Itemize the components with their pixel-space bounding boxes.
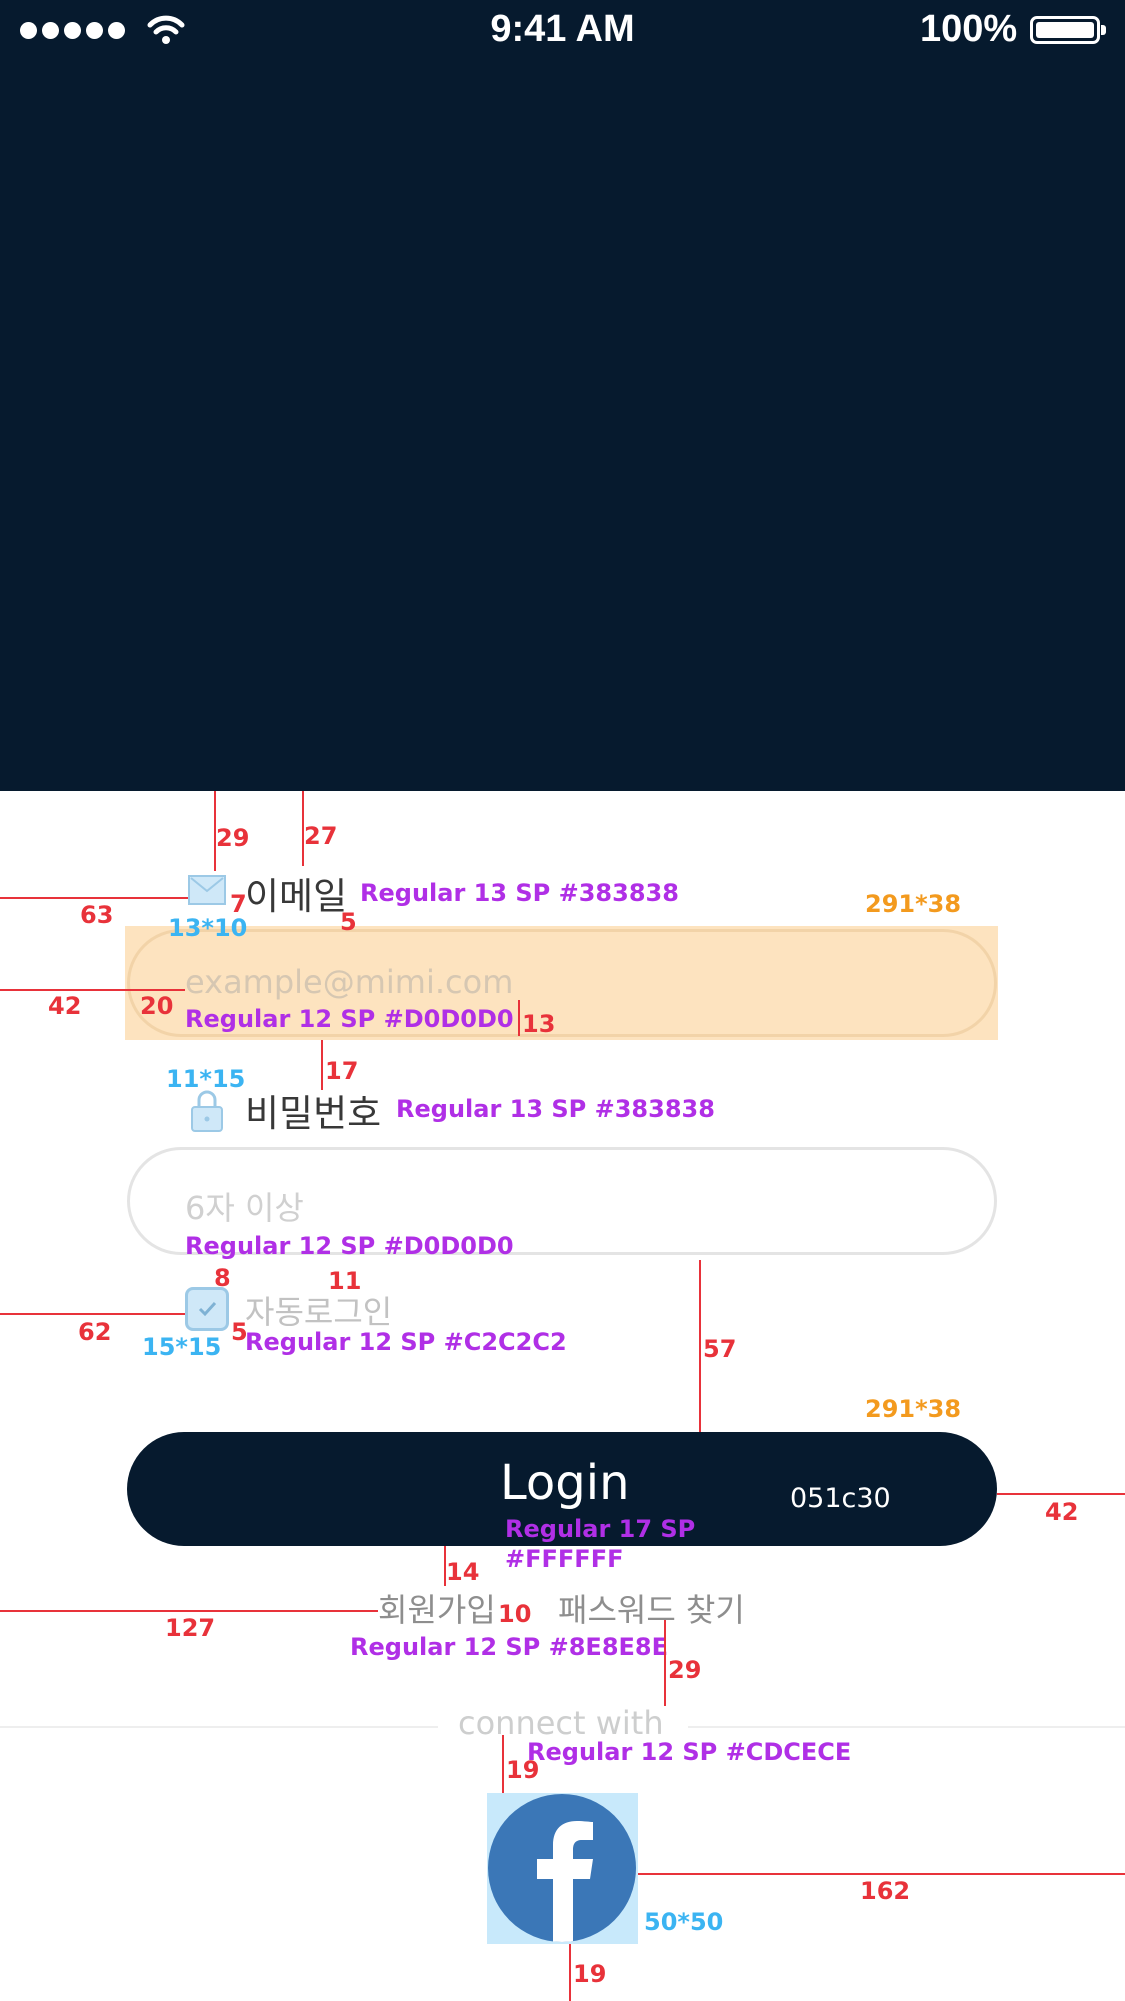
measure-line bbox=[518, 1000, 520, 1036]
measure-20: 20 bbox=[140, 992, 174, 1020]
measure-17: 17 bbox=[325, 1057, 359, 1085]
measure-11: 11 bbox=[328, 1267, 362, 1295]
auto-login-label[interactable]: 자동로그인 bbox=[245, 1287, 392, 1333]
measure-29: 29 bbox=[216, 824, 250, 852]
password-label: 비밀번호 bbox=[245, 1092, 382, 1135]
measure-62: 62 bbox=[78, 1318, 112, 1346]
measure-line bbox=[664, 1620, 666, 1706]
facebook-icon[interactable] bbox=[487, 1793, 638, 1944]
measure-42b: 42 bbox=[1045, 1498, 1079, 1526]
spec-password-input: Regular 12 SP #D0D0D0 bbox=[185, 1232, 514, 1260]
email-input-placeholder: example@mimi.com bbox=[185, 963, 514, 1001]
login-button-color-code: 051c30 bbox=[790, 1483, 891, 1514]
measure-63: 63 bbox=[80, 901, 114, 929]
measure-57: 57 bbox=[703, 1335, 737, 1363]
size-login-button: 291*38 bbox=[865, 1395, 962, 1423]
lock-icon bbox=[190, 1088, 224, 1132]
measure-line bbox=[699, 1260, 701, 1432]
password-input-placeholder: 6자 이상 bbox=[185, 1189, 304, 1227]
measure-line bbox=[638, 1873, 1125, 1875]
measure-line bbox=[569, 1944, 571, 2001]
signup-link[interactable]: 회원가입 bbox=[378, 1585, 496, 1631]
checkbox-icon[interactable] bbox=[185, 1287, 229, 1331]
measure-8: 8 bbox=[214, 1264, 231, 1292]
mail-icon bbox=[188, 875, 226, 905]
measure-line bbox=[321, 1040, 323, 1090]
measure-line bbox=[502, 1735, 504, 1793]
size-fb: 50*50 bbox=[644, 1908, 724, 1936]
measure-127: 127 bbox=[165, 1614, 216, 1642]
measure-42: 42 bbox=[48, 992, 82, 1020]
measure-14: 14 bbox=[446, 1558, 480, 1586]
find-password-link[interactable]: 패스워드 찾기 bbox=[558, 1585, 745, 1631]
connect-with-label: connect with bbox=[458, 1704, 664, 1742]
battery-icon bbox=[1030, 16, 1100, 44]
battery-cap bbox=[1101, 25, 1106, 35]
measure-162: 162 bbox=[860, 1877, 911, 1905]
size-lock-icon: 11*15 bbox=[166, 1065, 246, 1093]
measure-19b: 19 bbox=[573, 1960, 607, 1988]
measure-27: 27 bbox=[304, 822, 338, 850]
login-button-label: Login bbox=[500, 1455, 630, 1511]
spec-email-input: Regular 12 SP #D0D0D0 bbox=[185, 1005, 514, 1033]
spec-email-label: Regular 13 SP #383838 bbox=[360, 879, 679, 907]
measure-13: 13 bbox=[522, 1010, 556, 1038]
hero-banner bbox=[0, 0, 1125, 791]
measure-10: 10 bbox=[498, 1600, 532, 1628]
spec-password-label: Regular 13 SP #383838 bbox=[396, 1095, 715, 1123]
spec-auto-login: Regular 12 SP #C2C2C2 bbox=[245, 1328, 567, 1356]
spec-login-2: #FFFFFF bbox=[505, 1545, 624, 1573]
measure-19a: 19 bbox=[506, 1756, 540, 1784]
measure-5: 5 bbox=[340, 908, 357, 936]
email-label: 이메일 bbox=[245, 875, 348, 918]
measure-line bbox=[0, 897, 188, 899]
battery-percent: 100% bbox=[920, 8, 1018, 50]
spec-links: Regular 12 SP #8E8E8E bbox=[350, 1633, 669, 1661]
measure-line bbox=[0, 989, 185, 991]
measure-line bbox=[0, 1610, 378, 1612]
measure-line bbox=[0, 1313, 185, 1315]
size-email-field: 291*38 bbox=[865, 890, 962, 918]
measure-29b: 29 bbox=[668, 1656, 702, 1684]
spec-connect: Regular 12 SP #CDCECE bbox=[527, 1738, 852, 1766]
size-email-icon: 13*10 bbox=[168, 914, 248, 942]
measure-line bbox=[997, 1493, 1125, 1495]
spec-login-1: Regular 17 SP bbox=[505, 1515, 696, 1543]
size-checkbox: 15*15 bbox=[142, 1333, 222, 1361]
